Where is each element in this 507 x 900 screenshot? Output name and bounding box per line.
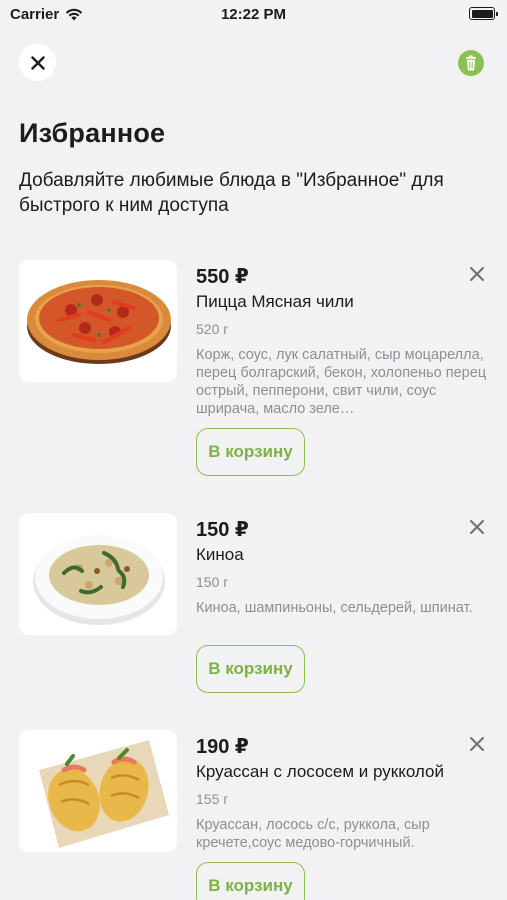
page-subtitle: Добавляйте любимые блюда в "Избранное" д… [19, 170, 444, 216]
dish-image-croissant[interactable] [19, 730, 177, 852]
item-weight: 150 г [196, 574, 229, 590]
page-title: Избранное [19, 118, 166, 148]
item-price: 150 ₽ [196, 519, 249, 541]
item-weight: 155 г [196, 791, 229, 807]
item-name: Пицца Мясная чили [196, 292, 354, 311]
item-description: Корж, соус, лук салатный, сыр моцарелла,… [196, 347, 487, 417]
item-price: 190 ₽ [196, 736, 249, 758]
remove-icon[interactable] [469, 519, 485, 535]
item-description: Круассан, лосось с/с, руккола, сыр крече… [196, 817, 430, 851]
add-to-cart-button[interactable]: В корзину [196, 645, 305, 693]
close-button[interactable] [19, 44, 56, 81]
favorite-item: 150 ₽ Киноа 150 г Киноа, шампиньоны, сел… [0, 513, 507, 703]
item-name: Круассан с лососем и рукколой [196, 762, 444, 781]
item-name: Киноа [196, 545, 244, 564]
item-weight: 520 г [196, 321, 229, 337]
clock: 12:22 PM [220, 6, 287, 23]
dish-image-quinoa[interactable] [19, 513, 177, 635]
remove-icon[interactable] [469, 736, 485, 752]
add-to-cart-button[interactable]: В корзину [196, 862, 305, 900]
close-icon [30, 55, 45, 70]
favorite-item: 550 ₽ Пицца Мясная чили 520 г Корж, соус… [0, 260, 507, 480]
add-to-cart-button[interactable]: В корзину [196, 428, 305, 476]
item-price: 550 ₽ [196, 266, 249, 288]
item-description: Киноа, шампиньоны, сельдерей, шпинат. [196, 600, 473, 616]
remove-icon[interactable] [469, 266, 485, 282]
dish-image-pizza[interactable] [19, 260, 177, 382]
battery-icon [469, 7, 498, 20]
trash-icon[interactable] [458, 50, 484, 76]
favorite-item: 190 ₽ Круассан с лососем и рукколой 155 … [0, 730, 507, 900]
status-bar: Carrier 12:22 PM [0, 0, 507, 30]
